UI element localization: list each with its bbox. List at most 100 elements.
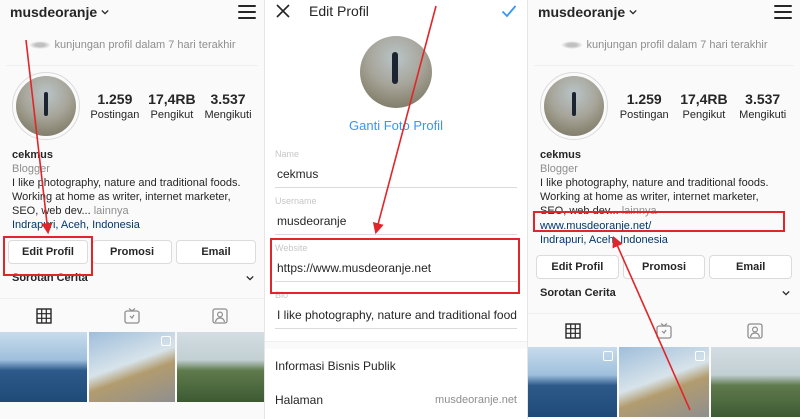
edit-profile-button[interactable]: Edit Profil <box>8 240 88 264</box>
username: musdeoranje <box>538 4 626 20</box>
post-thumbnail[interactable] <box>0 332 87 402</box>
post-thumbnail[interactable] <box>88 332 176 402</box>
tagged-icon[interactable] <box>212 307 228 324</box>
grid-icon[interactable] <box>36 307 52 324</box>
visits-text: kunjungan profil dalam 7 hari terakhir <box>54 38 236 51</box>
highlights-label: Sorotan Cerita <box>540 287 616 299</box>
category: Blogger <box>12 163 50 175</box>
carousel-icon <box>694 351 705 361</box>
menu-icon[interactable] <box>774 5 792 19</box>
page-title: Edit Profil <box>309 3 369 19</box>
display-name: cekmus <box>12 149 53 161</box>
account-switcher[interactable]: musdeoranje <box>10 4 109 20</box>
edit-profile-button[interactable]: Edit Profil <box>536 255 619 279</box>
top-bar: musdeoranje <box>528 0 800 24</box>
igtv-icon[interactable] <box>124 307 140 324</box>
post-grid <box>528 347 800 417</box>
carousel-icon <box>161 336 172 346</box>
more-link[interactable]: lainnya <box>91 205 129 217</box>
field-label: Website <box>275 243 308 253</box>
profile-visits-banner[interactable]: kunjungan profil dalam 7 hari terakhir <box>534 24 794 66</box>
username: musdeoranje <box>10 4 98 20</box>
profile-visits-banner[interactable]: kunjungan profil dalam 7 hari terakhir <box>6 24 258 66</box>
account-switcher[interactable]: musdeoranje <box>538 4 637 20</box>
stats: 1.259 Postingan 17,4RB Pengikut 3.537 Mengi… <box>86 91 256 121</box>
profile-panel-after: musdeoranje kunjungan profil dalam 7 har… <box>528 0 800 419</box>
bio-line-3: SEO, web dev... <box>12 205 91 217</box>
top-bar: musdeoranje <box>0 0 264 24</box>
stat-following[interactable]: 3.537 Mengikuti <box>739 91 786 121</box>
email-button[interactable]: Email <box>176 240 256 264</box>
close-icon[interactable] <box>275 3 291 19</box>
profile-tabs <box>0 298 264 332</box>
bio-line-2: Working at home as writer, internet mark… <box>12 191 231 203</box>
business-info-link[interactable]: Informasi Bisnis Publik <box>265 349 527 383</box>
edit-profile-panel: Edit Profil Ganti Foto Profil Name cekmu… <box>264 0 528 419</box>
profile-tabs <box>528 313 800 347</box>
avatar[interactable] <box>540 72 608 140</box>
chevron-down-icon <box>629 9 637 15</box>
edit-header: Edit Profil <box>265 0 527 22</box>
divider <box>265 341 527 349</box>
username-field[interactable]: Username musdeoranje <box>275 188 517 235</box>
bio-field[interactable]: Bio I like photography, nature and tradi… <box>275 282 517 329</box>
avatar[interactable] <box>360 36 432 108</box>
bio-line-1: I like photography, nature and tradition… <box>540 177 769 189</box>
stat-posts[interactable]: 1.259 Postingan <box>620 91 669 121</box>
promote-button[interactable]: Promosi <box>92 240 172 264</box>
post-thumbnail[interactable] <box>528 347 618 417</box>
name-field[interactable]: Name cekmus <box>275 141 517 188</box>
post-thumbnail[interactable] <box>710 347 800 417</box>
page-value: musdeoranje.net <box>435 394 517 406</box>
stat-followers[interactable]: 17,4RB Pengikut <box>148 91 195 121</box>
more-link[interactable]: lainnya <box>619 205 657 217</box>
field-value: cekmus <box>277 167 319 181</box>
chevron-down-icon <box>782 290 790 296</box>
location-link[interactable]: Indrapuri, Aceh, Indonesia <box>12 218 252 232</box>
bio-line-1: I like photography, nature and tradition… <box>12 177 241 189</box>
promote-button[interactable]: Promosi <box>622 255 706 279</box>
check-icon[interactable] <box>501 3 517 19</box>
location-link[interactable]: Indrapuri, Aceh, Indonesia <box>540 233 788 247</box>
bio-line-3: SEO, web dev... <box>540 205 619 217</box>
carousel-icon <box>603 351 614 361</box>
stat-following[interactable]: 3.537 Mengikuti <box>204 91 251 121</box>
chevron-down-icon <box>246 275 254 281</box>
menu-icon[interactable] <box>238 5 256 19</box>
post-thumbnail[interactable] <box>619 347 709 417</box>
avatar[interactable] <box>12 72 80 140</box>
page-link[interactable]: Halaman musdeoranje.net <box>265 383 527 417</box>
post-grid <box>0 332 264 402</box>
highlights-label: Sorotan Cerita <box>12 272 88 284</box>
grid-icon[interactable] <box>565 322 582 339</box>
field-value: I like photography, nature and tradition… <box>277 308 517 322</box>
bio: cekmus Blogger I like photography, natur… <box>528 140 800 247</box>
profile-panel-before: musdeoranje kunjungan profil dalam 7 har… <box>0 0 264 419</box>
display-name: cekmus <box>540 149 581 161</box>
page-label: Halaman <box>275 393 324 407</box>
field-value: musdeoranje <box>277 214 347 228</box>
story-highlights[interactable]: Sorotan Cerita <box>0 264 264 284</box>
story-highlights[interactable]: Sorotan Cerita <box>528 279 800 299</box>
igtv-icon[interactable] <box>656 322 672 339</box>
visits-text: kunjungan profil dalam 7 hari terakhir <box>586 38 768 51</box>
stats: 1.259 Postingan 17,4RB Pengikut 3.537 Mengi… <box>614 91 792 121</box>
email-button[interactable]: Email <box>709 255 793 279</box>
website-field[interactable]: Website https://www.musdeoranje.net <box>275 235 517 282</box>
profile-header: 1.259 Postingan 17,4RB Pengikut 3.537 Mengi… <box>0 66 264 140</box>
change-photo-link[interactable]: Ganti Foto Profil <box>265 118 527 133</box>
website-link[interactable]: www.musdeoranje.net/ <box>540 219 788 233</box>
bio: cekmus Blogger I like photography, natur… <box>0 140 264 232</box>
post-thumbnail[interactable] <box>177 332 264 402</box>
tagged-icon[interactable] <box>746 322 763 339</box>
chevron-down-icon <box>101 9 109 15</box>
action-buttons: Edit Profil Promosi Email <box>0 232 264 264</box>
field-value: https://www.musdeoranje.net <box>277 261 432 275</box>
field-label: Username <box>275 196 317 206</box>
stat-posts[interactable]: 1.259 Postingan <box>90 91 139 121</box>
visit-count-blurred <box>28 40 51 49</box>
action-buttons: Edit Profil Promosi Email <box>528 247 800 279</box>
category: Blogger <box>540 163 578 175</box>
field-label: Bio <box>275 290 289 300</box>
stat-followers[interactable]: 17,4RB Pengikut <box>680 91 727 121</box>
